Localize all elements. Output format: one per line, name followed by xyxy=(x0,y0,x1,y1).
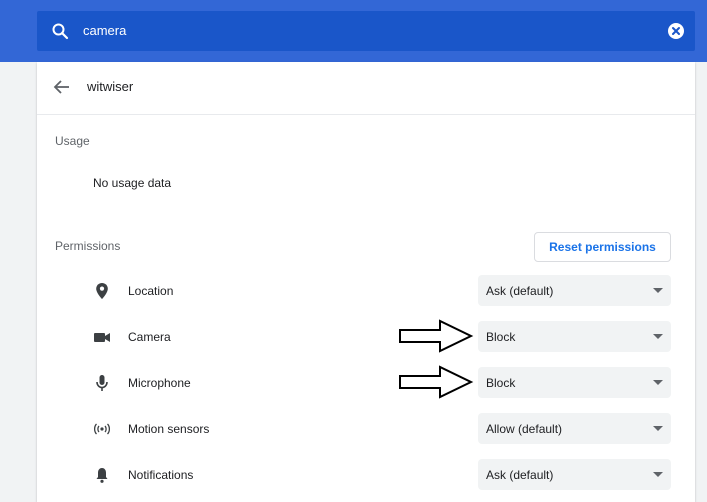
permission-row-motion-sensors: Motion sensors Allow (default) xyxy=(37,410,695,450)
search-input[interactable]: camera xyxy=(83,23,126,38)
permission-row-camera: Camera Block xyxy=(37,318,695,358)
permission-row-location: Location Ask (default) xyxy=(37,272,695,312)
permission-label-microphone: Microphone xyxy=(128,376,191,390)
permission-label-camera: Camera xyxy=(128,330,171,344)
top-bar: camera xyxy=(0,0,707,62)
notifications-select[interactable]: Ask (default) xyxy=(478,459,671,490)
permission-label-motion-sensors: Motion sensors xyxy=(128,422,210,436)
search-field[interactable]: camera xyxy=(37,11,695,51)
site-header: witwiser xyxy=(37,62,695,114)
reset-permissions-button[interactable]: Reset permissions xyxy=(534,232,671,262)
permission-row-microphone: Microphone Block xyxy=(37,364,695,404)
usage-heading: Usage xyxy=(55,134,90,148)
divider xyxy=(37,114,695,115)
motion-sensors-select[interactable]: Allow (default) xyxy=(478,413,671,444)
motion-sensors-icon xyxy=(93,420,111,438)
permission-label-location: Location xyxy=(128,284,174,298)
annotation-arrow-right-icon xyxy=(399,365,474,399)
search-icon[interactable] xyxy=(51,22,69,45)
microphone-icon xyxy=(93,374,111,392)
site-settings-card: witwiser Usage No usage data Permissions… xyxy=(37,62,695,502)
chevron-down-icon xyxy=(653,380,663,385)
chevron-down-icon xyxy=(653,288,663,293)
camera-select-value: Block xyxy=(486,330,516,344)
permissions-heading: Permissions xyxy=(55,239,121,253)
chevron-down-icon xyxy=(653,426,663,431)
chevron-down-icon xyxy=(653,334,663,339)
arrow-back-icon[interactable] xyxy=(53,78,71,101)
location-select-value: Ask (default) xyxy=(486,284,554,298)
permission-label-notifications: Notifications xyxy=(128,468,194,482)
chevron-down-icon xyxy=(653,472,663,477)
camera-icon xyxy=(93,328,111,346)
site-name: witwiser xyxy=(87,79,134,94)
motion-sensors-select-value: Allow (default) xyxy=(486,422,563,436)
notifications-select-value: Ask (default) xyxy=(486,468,554,482)
microphone-select[interactable]: Block xyxy=(478,367,671,398)
notifications-icon xyxy=(93,466,111,484)
location-select[interactable]: Ask (default) xyxy=(478,275,671,306)
microphone-select-value: Block xyxy=(486,376,516,390)
annotation-arrow-right-icon xyxy=(399,319,474,353)
clear-search-icon[interactable] xyxy=(667,22,685,45)
location-icon xyxy=(93,282,111,300)
permission-row-notifications: Notifications Ask (default) xyxy=(37,456,695,496)
camera-select[interactable]: Block xyxy=(478,321,671,352)
usage-text: No usage data xyxy=(93,176,172,190)
